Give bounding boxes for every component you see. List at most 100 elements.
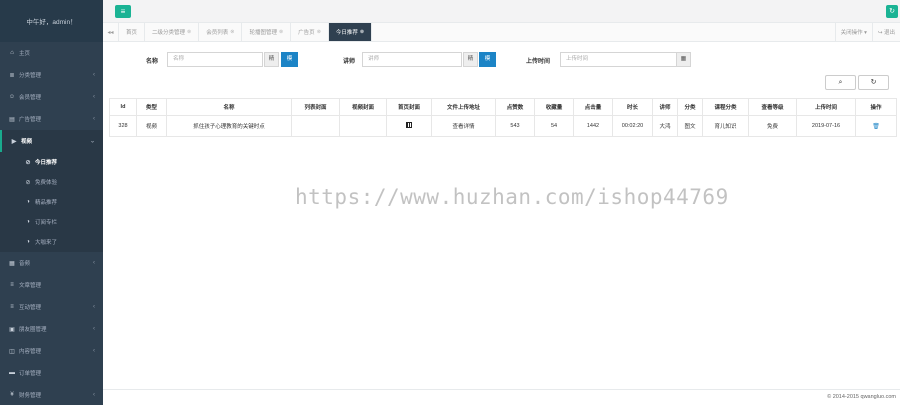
sidebar: 中午好，admin！ ⌂ 主页 ≣ 分类管理 ‹ ☺ 会员管理 ‹ ▤ 广告管理… [0, 0, 103, 405]
sidebar-item-ads[interactable]: ▤ 广告管理 ‹ [0, 108, 103, 130]
sidebar-item-home[interactable]: ⌂ 主页 [0, 42, 103, 64]
search-button[interactable]: ⌕ [825, 75, 856, 90]
audio-icon: ▦ [9, 260, 15, 267]
tab-carousel[interactable]: 轮播图管理 ⊗ [242, 23, 292, 41]
close-icon[interactable]: ⊗ [317, 29, 321, 35]
sidebar-item-label: 广告管理 [19, 117, 42, 123]
sidebar-item-articles[interactable]: ≡ 文章管理 [0, 274, 103, 296]
top-bar: ≡ ↻ [103, 0, 900, 23]
trash-icon[interactable]: 🗑 [872, 124, 880, 130]
sidebar-subitem-free-trial[interactable]: ⊘ 免费体验 [0, 172, 103, 192]
sidebar-video-submenu: ⊘ 今日推荐 ⊘ 免费体验 ◑ 精品推荐 ◑ 订阅专栏 ◑ 大咖来了 [0, 152, 103, 252]
sidebar-subitem-subscription[interactable]: ◑ 订阅专栏 [0, 212, 103, 232]
sidebar-item-label: 朋友圈管理 [19, 327, 47, 333]
sidebar-subitem-premium[interactable]: ◑ 精品推荐 [0, 192, 103, 212]
sidebar-item-content[interactable]: ◫ 内容管理 ‹ [0, 340, 103, 362]
search-form: 名称 名称 精 模 讲师 讲师 精 模 上传时间 上传时间 ▦ [103, 52, 900, 68]
tabs-scroll-left-button[interactable]: ◂◂ [103, 23, 119, 41]
watermark-text: https://www.huzhan.com/ishop44769 [295, 185, 729, 209]
sidebar-subitem-today-recommend[interactable]: ⊘ 今日推荐 [0, 152, 103, 172]
image-thumbnail-icon[interactable] [406, 122, 412, 128]
page-tabs: ◂◂ 首页 二级分类管理 ⊗ 会员列表 ⊗ 轮播图管理 ⊗ 广告页 ⊗ 今日推荐… [103, 23, 900, 42]
tab-label: 首页 [126, 30, 138, 36]
article-icon: ≡ [10, 282, 14, 288]
refresh-icon: ↻ [889, 8, 895, 15]
tab-label: 会员列表 [206, 30, 229, 36]
tab-subcategory[interactable]: 二级分类管理 ⊗ [145, 23, 200, 41]
sidebar-item-orders[interactable]: ▬ 订单管理 [0, 362, 103, 384]
sidebar-item-label: 音频 [19, 261, 31, 267]
view-details-link[interactable]: 查看详情 [452, 124, 474, 130]
close-icon[interactable]: ⊗ [360, 29, 364, 35]
tab-label: 广告页 [298, 30, 315, 36]
sidebar-item-label: 订单管理 [19, 371, 42, 377]
cell-home-cover[interactable] [386, 115, 432, 137]
tab-label: 今日推荐 [335, 30, 358, 36]
col-header[interactable]: Id [109, 98, 137, 116]
name-fuzzy-button[interactable]: 模 [281, 52, 298, 67]
sidebar-subitem-label: 大咖来了 [35, 240, 58, 246]
chevron-left-icon: ‹ [93, 72, 95, 78]
circle-slash-icon: ⊘ [25, 179, 31, 186]
col-header[interactable]: 上传时间 [796, 98, 856, 116]
sidebar-item-moments[interactable]: ▣ 朋友圈管理 ‹ [0, 318, 103, 340]
sidebar-item-members[interactable]: ☺ 会员管理 ‹ [0, 86, 103, 108]
lecturer-input[interactable]: 讲师 [362, 52, 462, 67]
col-header[interactable]: 点击量 [573, 98, 613, 116]
sidebar-item-finance[interactable]: ¥ 财务管理 ‹ [0, 384, 103, 405]
cell-favorites: 54 [534, 115, 574, 137]
close-icon[interactable]: ⊗ [230, 29, 234, 35]
calendar-button[interactable]: ▦ [676, 52, 691, 67]
col-header[interactable]: 分类 [677, 98, 703, 116]
logout-button[interactable]: ↪ 退出 [871, 23, 900, 41]
col-header[interactable]: 首页封面 [386, 98, 432, 116]
tab-ad-page[interactable]: 广告页 ⊗ [291, 23, 329, 41]
col-header[interactable]: 文件上传地址 [431, 98, 496, 116]
table-row[interactable]: 328 视频 抓住孩子心理教育的关键时点 查看详情 543 54 1442 00… [109, 115, 897, 137]
menu-toggle-button[interactable]: ≡ [115, 5, 131, 18]
close-icon[interactable]: ⊗ [187, 29, 191, 35]
close-icon[interactable]: ⊗ [279, 29, 283, 35]
chevron-left-icon: ‹ [93, 326, 95, 332]
col-header[interactable]: 查看等级 [748, 98, 797, 116]
calendar-icon: ▦ [680, 56, 687, 62]
col-header[interactable]: 时长 [612, 98, 653, 116]
lecturer-fuzzy-button[interactable]: 模 [479, 52, 496, 67]
lecturer-exact-addon[interactable]: 精 [463, 52, 478, 67]
col-header[interactable]: 讲师 [652, 98, 678, 116]
cell-file-url[interactable]: 查看详情 [431, 115, 496, 137]
interaction-icon: ≡ [10, 304, 14, 310]
sidebar-item-audio[interactable]: ▦ 音频 ‹ [0, 252, 103, 274]
col-header[interactable]: 类型 [136, 98, 167, 116]
col-header[interactable]: 收藏量 [534, 98, 574, 116]
cell-list-cover [291, 115, 340, 137]
tab-home[interactable]: 首页 [119, 23, 146, 41]
col-header[interactable]: 名称 [166, 98, 292, 116]
upload-time-input[interactable]: 上传时间 [560, 52, 677, 67]
cell-clicks: 1442 [573, 115, 613, 137]
col-header[interactable]: 列表封面 [291, 98, 340, 116]
chevron-left-icon: ‹ [93, 116, 95, 122]
chevron-left-icon: ‹ [93, 392, 95, 398]
sidebar-item-category[interactable]: ≣ 分类管理 ‹ [0, 64, 103, 86]
col-header[interactable]: 课程分类 [702, 98, 749, 116]
sidebar-item-video[interactable]: ▶ 视频 ⌄ [0, 130, 103, 152]
col-header[interactable]: 点赞数 [495, 98, 535, 116]
search-icon: ⌕ [838, 79, 843, 86]
cell-category: 图文 [677, 115, 703, 137]
cell-name: 抓住孩子心理教育的关键时点 [166, 115, 292, 137]
name-exact-addon[interactable]: 精 [264, 52, 279, 67]
page-refresh-button[interactable]: ↻ [886, 5, 898, 18]
hamburger-icon: ≡ [120, 7, 126, 16]
name-input[interactable]: 名称 [167, 52, 263, 67]
col-header[interactable]: 视频封面 [339, 98, 387, 116]
sidebar-item-interaction[interactable]: ≡ 互动管理 ‹ [0, 296, 103, 318]
tab-members[interactable]: 会员列表 ⊗ [199, 23, 243, 41]
close-operations-dropdown[interactable]: 关闭操作 ▾ [834, 23, 872, 41]
content-icon: ◫ [9, 348, 15, 355]
refresh-button[interactable]: ↻ [858, 75, 889, 90]
sidebar-item-label: 内容管理 [19, 349, 42, 355]
sidebar-subitem-experts[interactable]: ◑ 大咖来了 [0, 232, 103, 252]
tab-today-recommend[interactable]: 今日推荐 ⊗ [328, 23, 373, 41]
home-icon: ⌂ [10, 50, 14, 56]
